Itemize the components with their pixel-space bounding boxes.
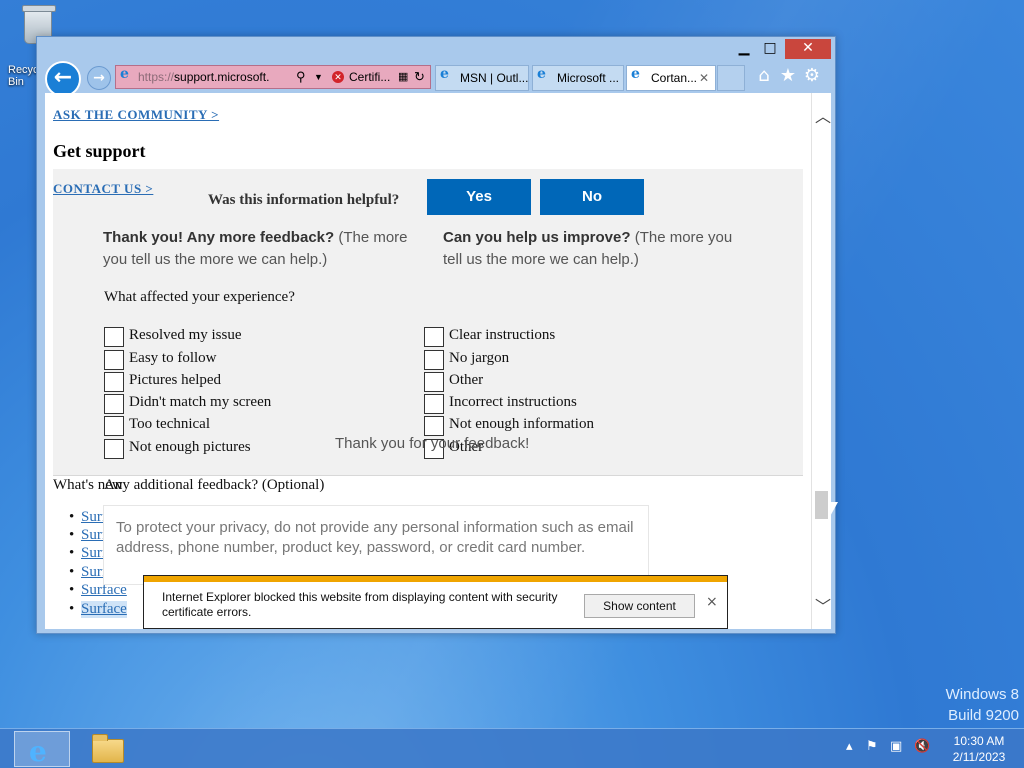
scroll-thumb[interactable] <box>815 491 828 519</box>
feedback-textarea[interactable]: To protect your privacy, do not provide … <box>103 505 649 585</box>
checkbox-label: Not enough pictures <box>129 439 251 455</box>
checkbox-box[interactable] <box>424 394 444 414</box>
show-content-button[interactable]: Show content <box>584 594 695 618</box>
more-feedback-bold: Thank you! Any more feedback? <box>103 229 335 246</box>
forward-arrow-icon: → <box>93 70 105 86</box>
tab-cortana[interactable]: e Cortan... ✕ <box>626 65 716 91</box>
checkbox-box[interactable] <box>424 350 444 370</box>
tab-label: Microsoft ... <box>557 71 620 85</box>
checkbox-box[interactable] <box>104 350 124 370</box>
scroll-up-icon[interactable]: ︿ <box>815 103 831 127</box>
checkbox-box[interactable] <box>104 416 124 436</box>
get-support-heading: Get support <box>53 141 146 161</box>
page-content: ASK THE COMMUNITY > Get support CONTACT … <box>45 93 811 629</box>
ie-window: ▁ □ ✕ ← → e https://support.microsoft. ⚲… <box>36 36 836 634</box>
security-notification-bar: Internet Explorer blocked this website f… <box>143 575 728 629</box>
mouse-cursor-icon <box>828 502 838 520</box>
back-arrow-icon: ← <box>53 65 73 90</box>
forward-button[interactable]: → <box>87 66 111 90</box>
scroll-down-icon[interactable]: ﹀ <box>815 593 831 617</box>
helpful-question: Was this information helpful? <box>208 192 400 208</box>
list-item-link[interactable]: Surface <box>69 601 127 618</box>
url-text[interactable]: https://support.microsoft. <box>138 66 292 88</box>
minimize-button[interactable]: ▁ <box>733 39 755 59</box>
certificate-error-icon[interactable]: ✕ <box>332 71 344 83</box>
clock[interactable]: 10:30 AM 2/11/2023 <box>944 733 1014 765</box>
feedback-placeholder: To protect your privacy, do not provide … <box>116 519 634 556</box>
checkbox-box[interactable] <box>424 372 444 392</box>
checkbox-label: Incorrect instructions <box>449 394 577 410</box>
home-icon[interactable]: ⌂ <box>753 65 775 87</box>
tab-label: MSN | Outl... <box>460 71 529 85</box>
close-icon[interactable]: × <box>706 594 718 610</box>
watermark-build: Build 9200 <box>948 707 1019 724</box>
contact-us-link[interactable]: CONTACT US > <box>53 181 153 197</box>
checkbox-box[interactable] <box>424 416 444 436</box>
ie-tab-icon: e <box>537 66 546 82</box>
ie-tab-icon: e <box>440 66 449 82</box>
back-button[interactable]: ← <box>45 61 81 97</box>
volume-muted-icon[interactable]: 🔇 <box>914 739 930 754</box>
navigation-bar: ← → e https://support.microsoft. ⚲ ▼ ✕ C… <box>37 61 837 97</box>
checkbox-box[interactable] <box>104 439 124 459</box>
new-tab-button[interactable] <box>717 65 745 91</box>
tab-label: Cortan... <box>651 71 698 85</box>
network-icon[interactable]: ▣ <box>890 739 902 754</box>
checkbox-label: Clear instructions <box>449 327 556 343</box>
checkbox-label: Pictures helped <box>129 372 222 388</box>
thanks-message: Thank you for your feedback! <box>335 435 530 452</box>
settings-gear-icon[interactable]: ⚙ <box>801 65 823 87</box>
checkbox-box[interactable] <box>424 327 444 347</box>
checkbox-label: No jargon <box>449 350 510 366</box>
ask-community-link[interactable]: ASK THE COMMUNITY > <box>53 107 219 123</box>
more-feedback-prompt: Thank you! Any more feedback? (The more … <box>103 227 423 271</box>
additional-feedback-question: Any additional feedback? (Optional) <box>104 477 325 493</box>
checkbox-label: Too technical <box>129 416 210 432</box>
checkbox-label: Other <box>449 372 484 388</box>
watermark-os: Windows 8 <box>945 686 1019 703</box>
tab-msn[interactable]: e MSN | Outl... <box>435 65 529 91</box>
refresh-icon[interactable]: ↻ <box>414 66 425 88</box>
maximize-button[interactable]: □ <box>759 39 781 59</box>
checkbox-box[interactable] <box>104 372 124 392</box>
close-button[interactable]: ✕ <box>785 39 831 59</box>
clock-time: 10:30 AM <box>953 734 1005 748</box>
tab-close-icon[interactable]: ✕ <box>699 66 709 90</box>
chevron-down-icon[interactable]: ▼ <box>314 66 323 88</box>
clock-date: 2/11/2023 <box>952 750 1006 764</box>
flag-icon[interactable]: ⚑ <box>866 739 878 754</box>
ie-page-icon: e <box>120 66 129 82</box>
windows-watermark: Windows 8 Build 9200 <box>946 684 1019 726</box>
notification-message: Internet Explorer blocked this website f… <box>162 590 558 619</box>
taskbar: e ▴ ⚑ ▣ 🔇 10:30 AM 2/11/2023 <box>0 728 1024 768</box>
divider <box>53 475 803 476</box>
certificate-error-label[interactable]: Certifi... <box>349 66 390 88</box>
checkbox-label: Resolved my issue <box>129 327 242 343</box>
checkbox-label: Didn't match my screen <box>129 394 272 410</box>
url-main: support.microsoft. <box>174 70 270 84</box>
checkbox-label: Easy to follow <box>129 350 217 366</box>
yes-button[interactable]: Yes <box>427 179 531 215</box>
checkbox-box[interactable] <box>104 327 124 347</box>
favorites-star-icon[interactable]: ★ <box>777 65 799 87</box>
ie-tab-icon: e <box>631 66 640 82</box>
affected-question: What affected your experience? <box>104 289 295 305</box>
checkbox-label: Not enough information <box>449 416 594 432</box>
address-bar[interactable]: e https://support.microsoft. ⚲ ▼ ✕ Certi… <box>115 65 431 89</box>
chevron-up-icon[interactable]: ▴ <box>846 739 853 754</box>
url-prefix: https:// <box>138 70 175 84</box>
no-button[interactable]: No <box>540 179 644 215</box>
internet-explorer-icon: e <box>29 735 47 768</box>
taskbar-explorer-button[interactable] <box>80 731 136 767</box>
improve-prompt: Can you help us improve? (The more you t… <box>443 227 753 271</box>
improve-bold: Can you help us improve? <box>443 229 631 246</box>
tab-microsoft[interactable]: e Microsoft ... <box>532 65 624 91</box>
search-icon[interactable]: ⚲ <box>296 66 306 88</box>
vertical-scrollbar[interactable]: ︿ ﹀ <box>811 93 831 629</box>
folder-icon <box>92 734 124 763</box>
compatibility-view-icon[interactable]: ▦ <box>398 66 408 88</box>
warning-stripe <box>144 576 727 582</box>
taskbar-ie-button[interactable]: e <box>14 731 70 768</box>
checkbox-box[interactable] <box>104 394 124 414</box>
